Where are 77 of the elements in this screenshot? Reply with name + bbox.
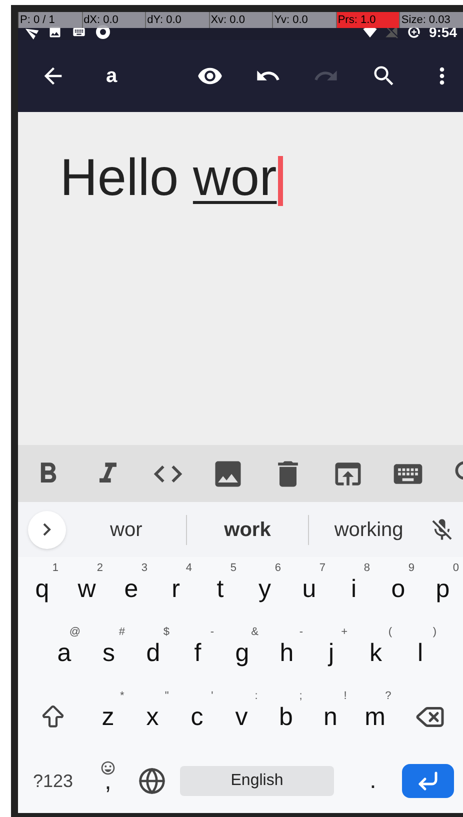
key-hint: 3 bbox=[141, 563, 148, 574]
key-hint: + bbox=[341, 627, 348, 638]
keyboard-key[interactable]: e 3 bbox=[109, 557, 154, 621]
debug-value: Size: 0.03 bbox=[399, 12, 463, 28]
key-hint: " bbox=[164, 691, 169, 702]
debug-value: Prs: 1.0 bbox=[336, 12, 400, 28]
suggestion[interactable]: working bbox=[308, 514, 429, 544]
keyboard-key[interactable]: w 2 bbox=[64, 557, 109, 621]
keyboard-key[interactable]: d $ bbox=[131, 621, 176, 685]
signal-icon bbox=[384, 25, 399, 39]
keyboard-key[interactable]: c ' bbox=[174, 685, 220, 749]
debug-value: P: 0 / 1 bbox=[18, 12, 82, 28]
keyboard-key[interactable]: q 1 bbox=[20, 557, 64, 621]
key-hint: - bbox=[210, 627, 214, 638]
key-hint: # bbox=[118, 627, 125, 638]
key-hint: ; bbox=[299, 691, 302, 702]
keyboard-key[interactable]: k ( bbox=[354, 621, 398, 685]
key-hint: @ bbox=[69, 627, 80, 638]
keyboard-key[interactable]: y 6 bbox=[242, 557, 287, 621]
status-time: 9:54 bbox=[428, 25, 457, 39]
debug-value: dY: 0.0 bbox=[145, 12, 209, 28]
enter-icon bbox=[416, 769, 440, 793]
key-hint: $ bbox=[163, 627, 170, 638]
chevron-icon bbox=[43, 523, 51, 536]
period-key[interactable]: . bbox=[348, 756, 398, 806]
keyboard-key[interactable]: v : bbox=[219, 685, 264, 749]
keyboard-key[interactable]: r 4 bbox=[154, 557, 198, 621]
emoji-icon bbox=[100, 760, 116, 776]
keyboard-key[interactable]: z * bbox=[86, 685, 130, 749]
key-hint: 9 bbox=[408, 563, 414, 574]
keyboard-key[interactable]: m ? bbox=[352, 685, 398, 749]
keyboard-key[interactable]: b ; bbox=[264, 685, 308, 749]
symbols-key[interactable]: ?123 bbox=[20, 756, 86, 806]
keyboard-key[interactable]: j + bbox=[309, 621, 354, 685]
key-hint: 2 bbox=[96, 563, 103, 574]
suggestion[interactable]: work bbox=[187, 514, 308, 544]
keyboard-key[interactable]: o 9 bbox=[376, 557, 420, 621]
globe-icon bbox=[138, 767, 166, 795]
key-hint: 8 bbox=[364, 563, 370, 574]
editor-text[interactable]: Hello wor bbox=[60, 146, 277, 210]
key-hint: 4 bbox=[186, 563, 192, 574]
keyboard-key[interactable]: p 0 bbox=[420, 557, 463, 621]
keyboard-key[interactable]: x " bbox=[130, 685, 175, 749]
debug-value: dX: 0.0 bbox=[82, 12, 146, 28]
key-hint: * bbox=[120, 691, 124, 702]
keyboard-key[interactable]: s # bbox=[86, 621, 131, 685]
keyboard-key[interactable]: l ) bbox=[398, 621, 442, 685]
key-hint: 1 bbox=[52, 563, 58, 574]
keyboard-key[interactable]: g & bbox=[220, 621, 264, 685]
key-hint: 7 bbox=[319, 563, 326, 574]
note-title: a bbox=[106, 64, 118, 89]
keyboard-icon bbox=[72, 25, 86, 39]
suggestion[interactable]: wor bbox=[66, 514, 186, 544]
keyboard-key[interactable]: a @ bbox=[42, 621, 86, 685]
key-hint: ? bbox=[385, 691, 392, 702]
space-bar[interactable]: English bbox=[180, 766, 334, 796]
key-hint: ) bbox=[432, 627, 436, 638]
debug-value: Yv: 0.0 bbox=[272, 12, 336, 28]
key-hint: ! bbox=[344, 691, 347, 702]
keyboard-key[interactable]: u 7 bbox=[287, 557, 332, 621]
keyboard-key[interactable]: n ! bbox=[308, 685, 353, 749]
key-hint: : bbox=[254, 691, 258, 702]
key-hint: ' bbox=[211, 691, 214, 702]
key-hint: 6 bbox=[274, 563, 281, 574]
key-hint: - bbox=[299, 627, 303, 638]
debug-value: Xv: 0.0 bbox=[208, 12, 272, 28]
comma-key[interactable]: , bbox=[86, 756, 130, 806]
enter-key[interactable] bbox=[402, 764, 454, 798]
key-hint: & bbox=[251, 627, 258, 638]
keyboard-key[interactable]: t 5 bbox=[198, 557, 242, 621]
key-hint: 0 bbox=[452, 563, 459, 574]
keyboard-key[interactable]: i 8 bbox=[332, 557, 376, 621]
key-hint: 5 bbox=[230, 563, 236, 574]
keyboard-key[interactable]: h - bbox=[264, 621, 309, 685]
keyboard-key[interactable]: f - bbox=[176, 621, 220, 685]
key-hint: ( bbox=[388, 627, 392, 638]
text-cursor bbox=[278, 156, 283, 206]
